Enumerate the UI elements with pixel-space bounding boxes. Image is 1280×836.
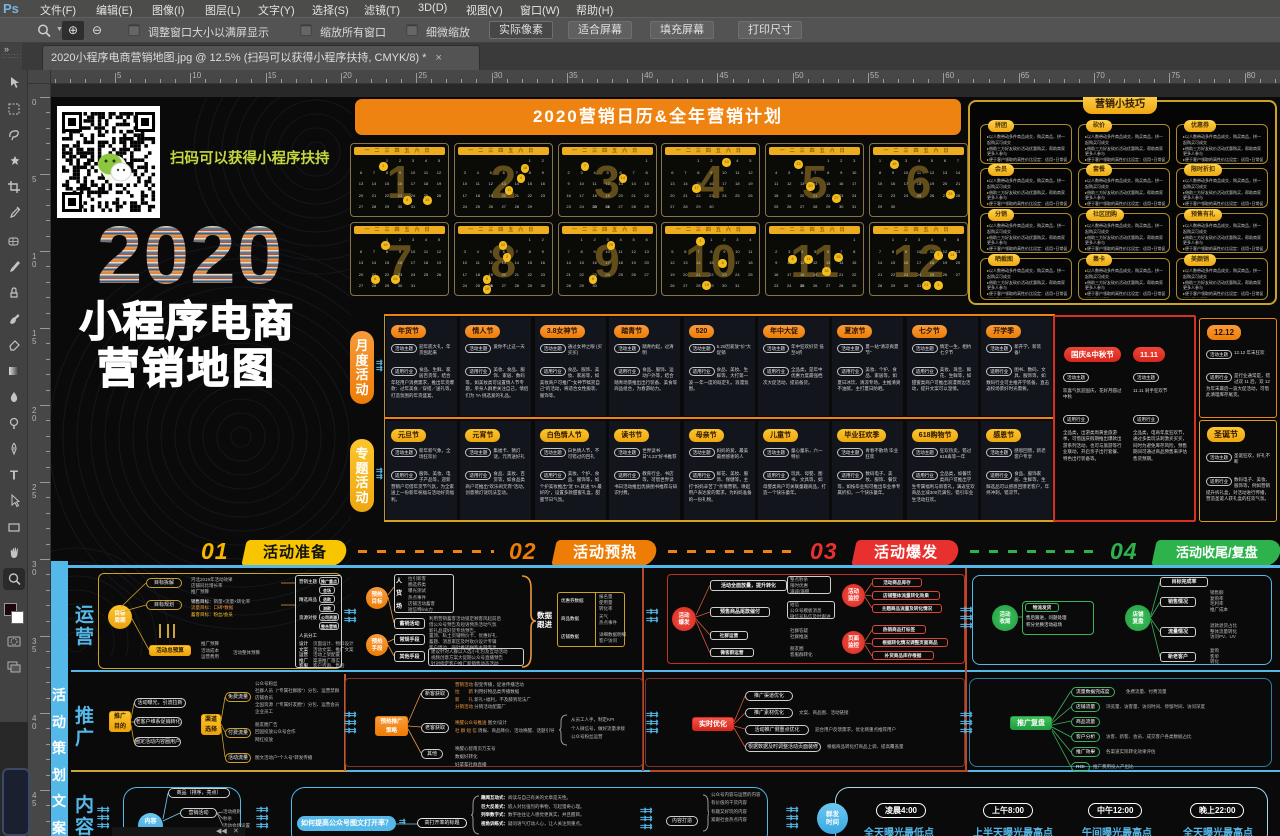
svg-text:T: T: [10, 468, 18, 483]
